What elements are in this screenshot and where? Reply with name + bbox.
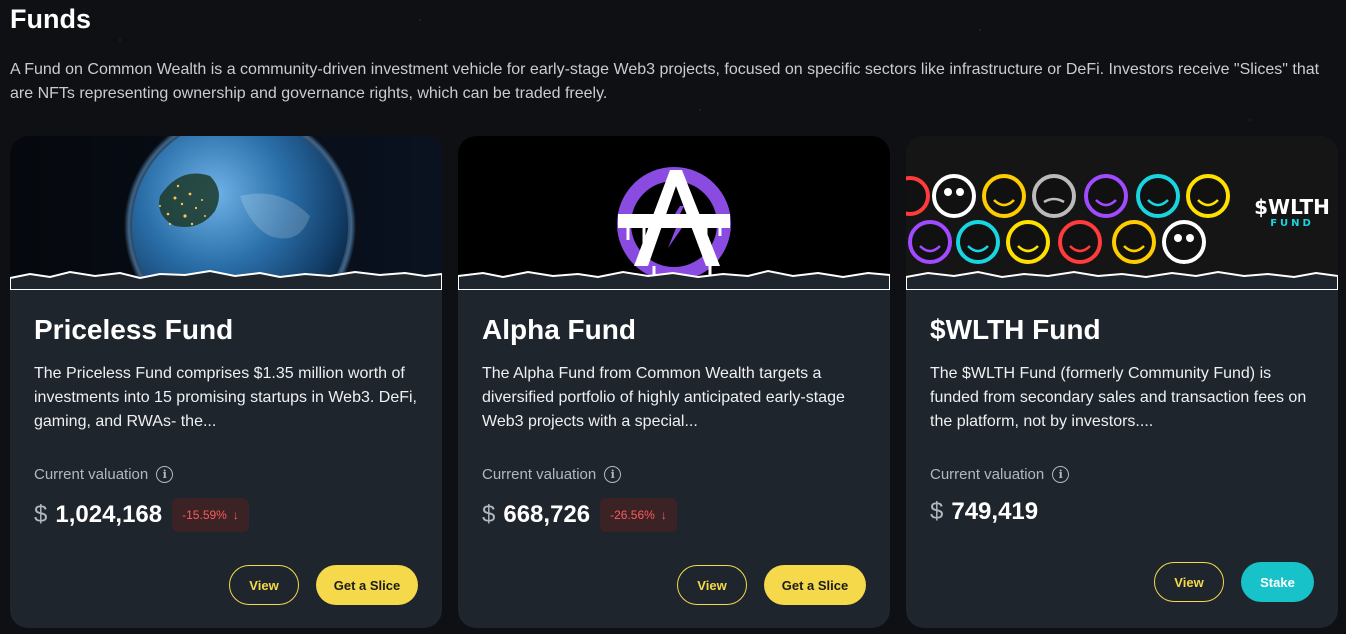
currency-symbol: $ <box>930 498 944 525</box>
valuation-label: Current valuation i <box>930 466 1070 483</box>
fund-card-wlth: $WLTH FUND $WLTH Fund The $WLTH Fund (fo… <box>906 136 1338 628</box>
card-description: The Priceless Fund comprises $1.35 milli… <box>34 365 417 430</box>
view-button[interactable]: View <box>677 565 747 605</box>
arrow-down-icon: ↓ <box>232 508 239 522</box>
card-title: Priceless Fund <box>34 314 234 345</box>
valuation-amount: 668,726 <box>503 501 591 528</box>
valuation-row: $ 1,024,168 -15.59% ↓ <box>34 498 249 532</box>
arrow-down-icon: ↓ <box>660 508 667 522</box>
valuation-row: $ 668,726 -26.56% ↓ <box>482 498 677 532</box>
torn-edge-divider <box>906 270 1338 290</box>
currency-symbol: $ <box>482 501 496 528</box>
currency-symbol: $ <box>34 501 48 528</box>
page-title: Funds <box>10 4 91 34</box>
valuation-row: $ 749,419 <box>930 498 1040 526</box>
view-button[interactable]: View <box>1154 562 1224 602</box>
view-button[interactable]: View <box>229 565 299 605</box>
get-slice-button[interactable]: Get a Slice <box>316 565 418 605</box>
card-description: The Alpha Fund from Common Wealth target… <box>482 365 845 430</box>
valuation-label-text: Current valuation <box>482 466 597 483</box>
page-description: A Fund on Common Wealth is a community-d… <box>10 61 1320 102</box>
torn-edge-divider <box>458 269 890 290</box>
card-title: Alpha Fund <box>482 314 636 345</box>
card-title: $WLTH Fund <box>930 314 1101 345</box>
wlth-logo-text: $WLTH <box>1254 195 1330 219</box>
valuation-label-text: Current valuation <box>930 466 1045 483</box>
torn-edge-divider <box>10 269 442 290</box>
valuation-label: Current valuation i <box>34 466 174 483</box>
valuation-amount: 749,419 <box>951 498 1039 525</box>
valuation-label: Current valuation i <box>482 466 622 483</box>
fund-card-alpha: Alpha Fund The Alpha Fund from Common We… <box>458 136 890 628</box>
valuation-amount: 1,024,168 <box>55 501 163 528</box>
info-icon[interactable]: i <box>604 466 622 483</box>
info-icon[interactable]: i <box>156 466 174 483</box>
fund-logo-text: FUND <box>1270 218 1314 229</box>
change-percent: -15.59% <box>182 508 227 522</box>
info-icon[interactable]: i <box>1052 466 1070 483</box>
change-badge: -15.59% ↓ <box>172 498 249 532</box>
get-slice-button[interactable]: Get a Slice <box>764 565 866 605</box>
fund-card-priceless: Priceless Fund The Priceless Fund compri… <box>10 136 442 628</box>
change-percent: -26.56% <box>610 508 655 522</box>
stake-button[interactable]: Stake <box>1241 562 1314 602</box>
valuation-label-text: Current valuation <box>34 466 149 483</box>
change-badge: -26.56% ↓ <box>600 498 677 532</box>
card-description: The $WLTH Fund (formerly Community Fund)… <box>930 365 1307 430</box>
